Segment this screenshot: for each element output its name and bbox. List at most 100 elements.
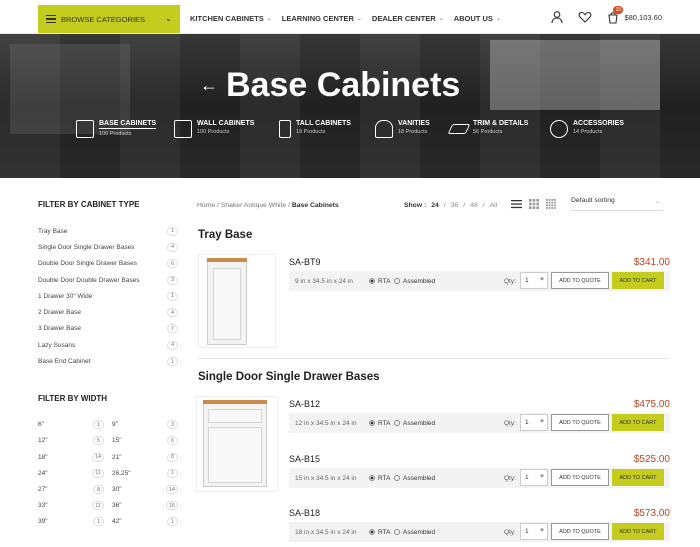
heart-icon[interactable] bbox=[578, 10, 592, 24]
radio-selected-icon bbox=[369, 420, 375, 426]
grid-4-view-icon[interactable] bbox=[546, 199, 556, 209]
filter-width-item[interactable]: 26.25" 1 bbox=[112, 465, 178, 481]
rta-radio[interactable]: RTA bbox=[369, 529, 390, 536]
qty-label: Qty: bbox=[504, 474, 516, 482]
rta-radio[interactable]: RTA bbox=[369, 475, 390, 482]
stepper-icon[interactable]: ◆ bbox=[540, 527, 544, 533]
show-option-48[interactable]: 48 bbox=[470, 202, 478, 209]
show-option-24[interactable]: 24 bbox=[431, 202, 439, 209]
browse-categories-button[interactable]: BROWSE CATEGORIES ⌄ bbox=[38, 5, 180, 33]
qty-input[interactable]: 1 ◆ bbox=[520, 523, 548, 540]
filter-type-item[interactable]: Double Door Single Drawer Bases 6 bbox=[38, 256, 178, 272]
qty-input[interactable]: 1 ◆ bbox=[520, 414, 548, 431]
product-sku[interactable]: SA-B15 bbox=[289, 454, 320, 464]
product-sku[interactable]: SA-B18 bbox=[289, 508, 320, 518]
top-header: BROWSE CATEGORIES ⌄ KITCHEN CABINETS ⌄ LE… bbox=[0, 0, 700, 34]
category-nav: BASE CABINETS 100 Products WALL CABINETS 1… bbox=[76, 120, 636, 150]
filter-type-item[interactable]: Base End Cabinet 1 bbox=[38, 353, 178, 369]
width-filter-list: 6" 1 9" 3 12" 5 15" 6 18" 14 21" 8 24" 11 26.25… bbox=[38, 417, 178, 530]
filter-width-item[interactable]: 21" 8 bbox=[112, 449, 178, 465]
category-base-cabinets[interactable]: BASE CABINETS 100 Products bbox=[76, 120, 157, 138]
filter-width-item[interactable]: 24" 11 bbox=[38, 465, 104, 481]
category-trim-details[interactable]: TRIM & DETAILS 56 Products bbox=[447, 120, 528, 135]
category-accessories[interactable]: ACCESSORIES 14 Products bbox=[550, 120, 624, 138]
rta-radio[interactable]: RTA bbox=[369, 420, 390, 427]
user-icon[interactable] bbox=[550, 10, 564, 24]
filter-sidebar: FILTER BY CABINET TYPE Tray Base 1 Single… bbox=[38, 200, 178, 530]
qty-input[interactable]: 1 ◆ bbox=[520, 272, 548, 289]
stepper-icon[interactable]: ◆ bbox=[540, 276, 544, 282]
filter-type-item[interactable]: Double Door Double Drawer Bases 3 bbox=[38, 272, 178, 288]
back-arrow-icon[interactable]: ← bbox=[200, 75, 218, 96]
category-tall-cabinets[interactable]: TALL CABINETS 19 Products bbox=[279, 120, 351, 138]
filter-width-item[interactable]: 36" 15 bbox=[112, 498, 178, 514]
filter-type-item[interactable]: Single Door Single Drawer Bases 4 bbox=[38, 239, 178, 255]
show-option-all[interactable]: All bbox=[490, 202, 498, 209]
add-to-quote-button[interactable]: ADD TO QUOTE bbox=[551, 523, 609, 540]
add-to-cart-button[interactable]: ADD TO CART bbox=[612, 272, 664, 289]
breadcrumb-home[interactable]: Home bbox=[197, 202, 215, 209]
assembled-radio[interactable]: Assembled bbox=[394, 529, 435, 536]
filter-type-item[interactable]: 3 Drawer Base 7 bbox=[38, 321, 178, 337]
add-to-cart-button[interactable]: ADD TO CART bbox=[612, 414, 664, 431]
filter-type-item[interactable]: Tray Base 1 bbox=[38, 223, 178, 239]
filter-width-item[interactable]: 42" 1 bbox=[112, 514, 178, 530]
filter-label: 33" bbox=[38, 502, 48, 510]
filter-width-item[interactable]: 27" 8 bbox=[38, 481, 104, 497]
assembled-radio[interactable]: Assembled bbox=[394, 475, 435, 482]
category-wall-cabinets[interactable]: WALL CABINETS 100 Products bbox=[174, 120, 254, 138]
add-to-quote-button[interactable]: ADD TO QUOTE bbox=[551, 272, 609, 289]
category-name: TALL CABINETS bbox=[296, 120, 351, 127]
assembled-label: Assembled bbox=[403, 528, 436, 536]
filter-type-item[interactable]: Lazy Susans 4 bbox=[38, 337, 178, 353]
product-sku[interactable]: SA-B12 bbox=[289, 399, 320, 409]
cabinet-illustration bbox=[207, 258, 247, 345]
filter-width-item[interactable]: 30" 14 bbox=[112, 481, 178, 497]
filter-width-item[interactable]: 18" 14 bbox=[38, 449, 104, 465]
stepper-icon[interactable]: ◆ bbox=[540, 473, 544, 479]
add-to-cart-button[interactable]: ADD TO CART bbox=[612, 469, 664, 486]
filter-type-item[interactable]: 2 Drawer Base 4 bbox=[38, 304, 178, 320]
cabinet-type-list: Tray Base 1 Single Door Single Drawer Bas… bbox=[38, 223, 178, 370]
category-count: 100 Products bbox=[99, 131, 132, 137]
filter-label: Tray Base bbox=[38, 227, 68, 235]
add-to-quote-button[interactable]: ADD TO QUOTE bbox=[551, 414, 609, 431]
product-dimensions: 12 in x 34.5 in x 24 in bbox=[295, 419, 357, 427]
filter-width-item[interactable]: 12" 5 bbox=[38, 433, 104, 449]
category-vanities[interactable]: VANITIES 18 Products bbox=[375, 120, 430, 138]
nav-about-us[interactable]: ABOUT US ⌄ bbox=[454, 14, 501, 23]
stepper-icon[interactable]: ◆ bbox=[540, 418, 544, 424]
radio-unselected-icon bbox=[394, 278, 400, 284]
breadcrumb: Home / Shaker Antique White / Base Cabin… bbox=[197, 201, 339, 209]
filter-width-item[interactable]: 9" 3 bbox=[112, 417, 178, 433]
cart-button[interactable]: 15 $80,103.60 bbox=[606, 6, 662, 24]
filter-type-item[interactable]: 1 Drawer 30" Wide 1 bbox=[38, 288, 178, 304]
product-image[interactable] bbox=[196, 396, 278, 492]
product-sku[interactable]: SA-BT9 bbox=[289, 257, 321, 267]
sort-select[interactable]: Default sorting ⌄ bbox=[571, 197, 663, 211]
filter-label: 12" bbox=[38, 437, 48, 445]
show-option-36[interactable]: 36 bbox=[451, 202, 459, 209]
filter-width-item[interactable]: 15" 6 bbox=[112, 433, 178, 449]
product-image[interactable] bbox=[198, 254, 276, 348]
nav-dealer-center[interactable]: DEALER CENTER ⌄ bbox=[372, 14, 444, 23]
product-options-bar: 12 in x 34.5 in x 24 in RTA Assembled Qt… bbox=[289, 413, 670, 433]
list-view-icon[interactable] bbox=[511, 199, 522, 209]
filter-width-item[interactable]: 33" 11 bbox=[38, 498, 104, 514]
grid-3-view-icon[interactable] bbox=[529, 199, 539, 209]
nav-label: DEALER CENTER bbox=[371, 14, 436, 23]
browse-categories-label: BROWSE CATEGORIES bbox=[61, 14, 146, 24]
add-to-cart-button[interactable]: ADD TO CART bbox=[612, 523, 664, 540]
rta-label: RTA bbox=[378, 528, 391, 536]
filter-width-item[interactable]: 39" 1 bbox=[38, 514, 104, 530]
nav-learning-center[interactable]: LEARNING CENTER ⌄ bbox=[282, 14, 362, 23]
main-nav: KITCHEN CABINETS ⌄ LEARNING CENTER ⌄ DEALE… bbox=[190, 14, 501, 23]
add-to-quote-button[interactable]: ADD TO QUOTE bbox=[551, 469, 609, 486]
assembled-radio[interactable]: Assembled bbox=[394, 278, 435, 285]
breadcrumb-collection[interactable]: Shaker Antique White bbox=[221, 202, 286, 209]
nav-kitchen-cabinets[interactable]: KITCHEN CABINETS ⌄ bbox=[190, 14, 272, 23]
assembled-radio[interactable]: Assembled bbox=[394, 420, 435, 427]
rta-radio[interactable]: RTA bbox=[369, 278, 390, 285]
qty-input[interactable]: 1 ◆ bbox=[520, 469, 548, 486]
filter-width-item[interactable]: 6" 1 bbox=[38, 417, 104, 433]
